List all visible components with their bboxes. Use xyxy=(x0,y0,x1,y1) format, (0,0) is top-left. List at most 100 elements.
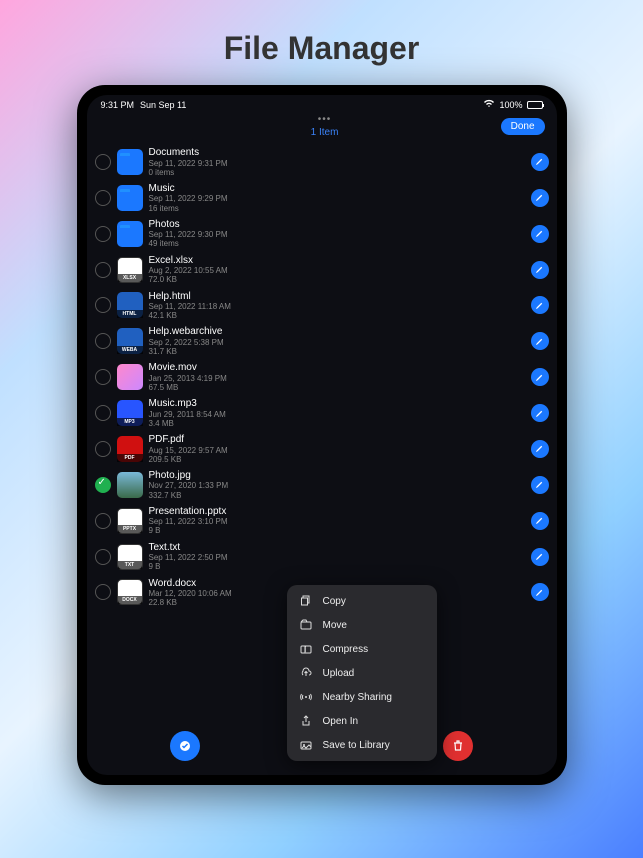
file-info: PDF.pdfAug 15, 2022 9:57 AM209.5 KB xyxy=(149,434,525,464)
edit-button[interactable] xyxy=(531,189,549,207)
status-bar: 9:31 PM Sun Sep 11 100% xyxy=(87,95,557,112)
edit-button[interactable] xyxy=(531,153,549,171)
select-checkbox[interactable] xyxy=(95,226,111,242)
file-thumb-docx: DOCX xyxy=(117,579,143,605)
menu-item-upload[interactable]: Upload xyxy=(287,661,437,685)
file-name: Presentation.pptx xyxy=(149,506,525,518)
file-size: 31.7 KB xyxy=(149,347,525,356)
file-row[interactable]: DocumentsSep 11, 2022 9:31 PM0 items xyxy=(95,144,549,180)
file-row[interactable]: PDFPDF.pdfAug 15, 2022 9:57 AM209.5 KB xyxy=(95,431,549,467)
select-checkbox[interactable] xyxy=(95,477,111,493)
file-row[interactable]: XLSXExcel.xlsxAug 2, 2022 10:55 AM72.0 K… xyxy=(95,252,549,288)
file-row[interactable]: TXTText.txtSep 11, 2022 2:50 PM9 B xyxy=(95,539,549,575)
file-thumb-pdf: PDF xyxy=(117,436,143,462)
edit-button[interactable] xyxy=(531,261,549,279)
file-name: Music.mp3 xyxy=(149,398,525,410)
file-row[interactable]: MusicSep 11, 2022 9:29 PM16 items xyxy=(95,180,549,216)
edit-button[interactable] xyxy=(531,440,549,458)
select-checkbox[interactable] xyxy=(95,190,111,206)
file-name: Excel.xlsx xyxy=(149,255,525,267)
file-name: Help.webarchive xyxy=(149,326,525,338)
edit-button[interactable] xyxy=(531,548,549,566)
file-info: Photo.jpgNov 27, 2020 1:33 PM332.7 KB xyxy=(149,470,525,500)
file-date: Sep 11, 2022 9:29 PM xyxy=(149,194,525,203)
menu-label: Compress xyxy=(323,644,369,655)
edit-button[interactable] xyxy=(531,368,549,386)
menu-item-save[interactable]: Save to Library xyxy=(287,733,437,757)
file-size: 42.1 KB xyxy=(149,311,525,320)
select-all-button[interactable] xyxy=(170,731,200,761)
save-icon xyxy=(299,739,313,751)
file-size: 72.0 KB xyxy=(149,275,525,284)
file-thumb-mp3: MP3 xyxy=(117,400,143,426)
file-info: Presentation.pptxSep 11, 2022 3:10 PM9 B xyxy=(149,506,525,536)
edit-button[interactable] xyxy=(531,404,549,422)
file-info: Text.txtSep 11, 2022 2:50 PM9 B xyxy=(149,542,525,572)
more-icon[interactable]: ••• xyxy=(149,114,501,125)
file-row[interactable]: WEBAHelp.webarchiveSep 2, 2022 5:38 PM31… xyxy=(95,323,549,359)
menu-item-compress[interactable]: Compress xyxy=(287,637,437,661)
nearby-icon xyxy=(299,691,313,703)
delete-button[interactable] xyxy=(443,731,473,761)
file-name: Text.txt xyxy=(149,542,525,554)
file-row[interactable]: PhotosSep 11, 2022 9:30 PM49 items xyxy=(95,216,549,252)
file-row[interactable]: MP3Music.mp3Jun 29, 2011 8:54 AM3.4 MB xyxy=(95,395,549,431)
edit-button[interactable] xyxy=(531,332,549,350)
status-time: 9:31 PM xyxy=(101,100,135,110)
menu-item-nearby[interactable]: Nearby Sharing xyxy=(287,685,437,709)
menu-label: Nearby Sharing xyxy=(323,692,392,703)
file-row[interactable]: Photo.jpgNov 27, 2020 1:33 PM332.7 KB xyxy=(95,467,549,503)
select-checkbox[interactable] xyxy=(95,297,111,313)
file-row[interactable]: Movie.movJan 25, 2013 4:19 PM67.5 MB xyxy=(95,359,549,395)
file-size: 209.5 KB xyxy=(149,455,525,464)
select-checkbox[interactable] xyxy=(95,549,111,565)
file-row[interactable]: HTMLHelp.htmlSep 11, 2022 11:18 AM42.1 K… xyxy=(95,288,549,324)
file-size: 0 items xyxy=(149,168,525,177)
file-date: Aug 2, 2022 10:55 AM xyxy=(149,266,525,275)
edit-button[interactable] xyxy=(531,583,549,601)
menu-item-move[interactable]: Move xyxy=(287,613,437,637)
file-date: Jan 25, 2013 4:19 PM xyxy=(149,374,525,383)
file-size: 9 B xyxy=(149,526,525,535)
file-size: 9 B xyxy=(149,562,525,571)
selection-count: 1 Item xyxy=(149,127,501,138)
edit-button[interactable] xyxy=(531,225,549,243)
copy-icon xyxy=(299,595,313,607)
file-thumb-folder xyxy=(117,185,143,211)
move-icon xyxy=(299,619,313,631)
menu-item-copy[interactable]: Copy xyxy=(287,589,437,613)
edit-button[interactable] xyxy=(531,476,549,494)
openin-icon xyxy=(299,715,313,727)
menu-label: Open In xyxy=(323,716,359,727)
menu-label: Copy xyxy=(323,596,346,607)
select-checkbox[interactable] xyxy=(95,262,111,278)
select-checkbox[interactable] xyxy=(95,154,111,170)
wifi-icon xyxy=(483,99,495,110)
select-checkbox[interactable] xyxy=(95,405,111,421)
file-size: 49 items xyxy=(149,239,525,248)
status-date: Sun Sep 11 xyxy=(140,100,186,110)
select-checkbox[interactable] xyxy=(95,584,111,600)
file-row[interactable]: PPTXPresentation.pptxSep 11, 2022 3:10 P… xyxy=(95,503,549,539)
select-checkbox[interactable] xyxy=(95,333,111,349)
battery-icon xyxy=(527,101,543,109)
file-date: Sep 11, 2022 9:31 PM xyxy=(149,159,525,168)
file-size: 332.7 KB xyxy=(149,491,525,500)
compress-icon xyxy=(299,643,313,655)
file-thumb-folder xyxy=(117,149,143,175)
select-checkbox[interactable] xyxy=(95,369,111,385)
edit-button[interactable] xyxy=(531,296,549,314)
tablet-frame: 9:31 PM Sun Sep 11 100% ••• 1 Item Done … xyxy=(77,85,567,785)
menu-item-openin[interactable]: Open In xyxy=(287,709,437,733)
file-info: Help.htmlSep 11, 2022 11:18 AM42.1 KB xyxy=(149,291,525,321)
done-button[interactable]: Done xyxy=(501,118,545,135)
file-info: Help.webarchiveSep 2, 2022 5:38 PM31.7 K… xyxy=(149,326,525,356)
file-date: Sep 11, 2022 9:30 PM xyxy=(149,230,525,239)
file-info: Music.mp3Jun 29, 2011 8:54 AM3.4 MB xyxy=(149,398,525,428)
file-size: 67.5 MB xyxy=(149,383,525,392)
file-date: Jun 29, 2011 8:54 AM xyxy=(149,410,525,419)
file-size: 3.4 MB xyxy=(149,419,525,428)
select-checkbox[interactable] xyxy=(95,513,111,529)
select-checkbox[interactable] xyxy=(95,441,111,457)
edit-button[interactable] xyxy=(531,512,549,530)
